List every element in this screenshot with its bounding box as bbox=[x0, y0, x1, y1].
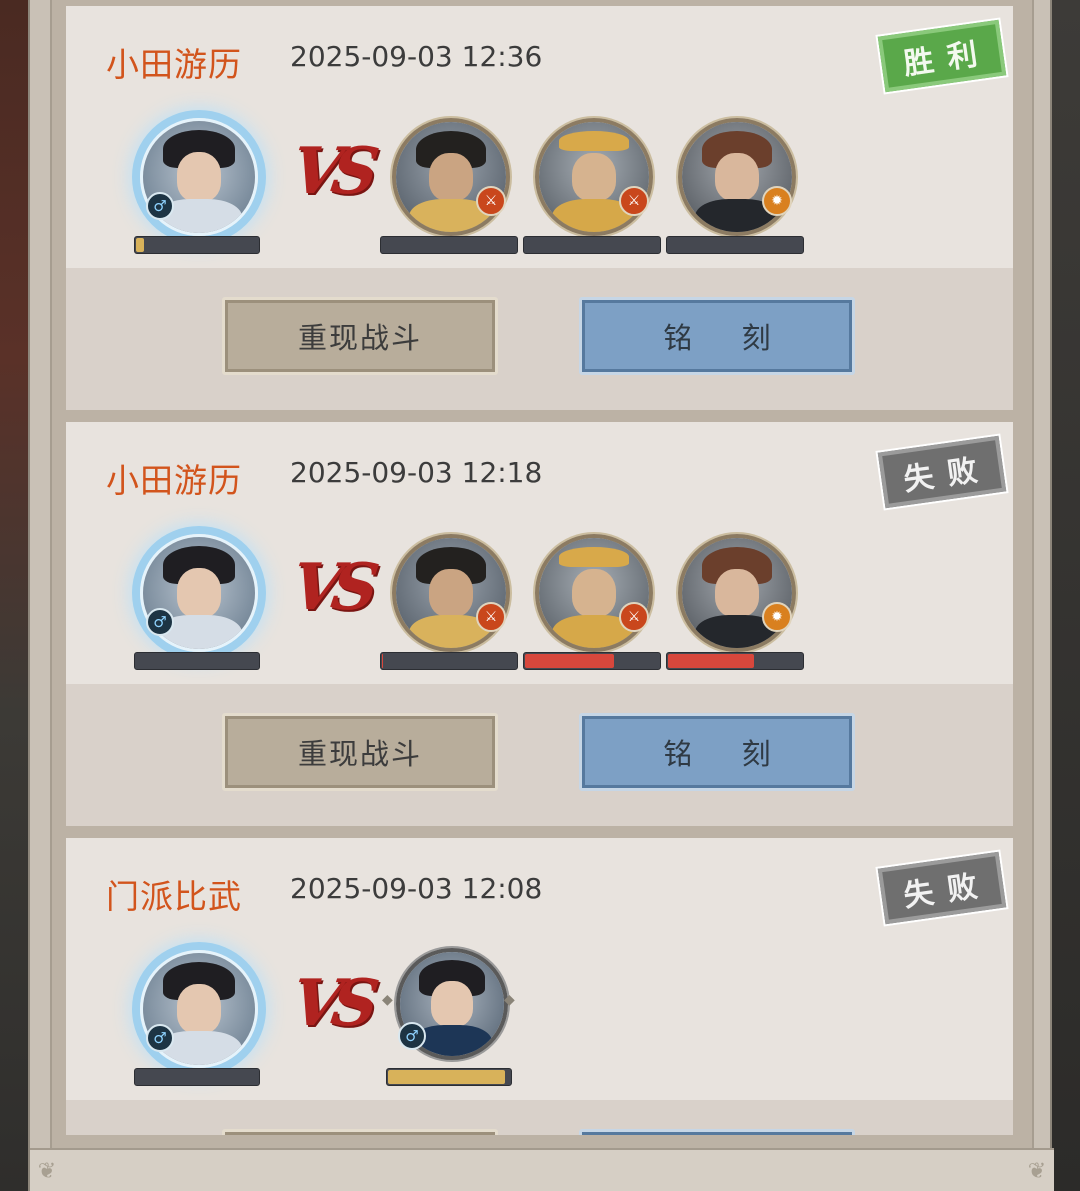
opponent-hp-fill bbox=[388, 1070, 506, 1084]
battle-time: 2025-09-03 12:08 bbox=[290, 872, 543, 905]
skill-icon: ⚔ bbox=[619, 186, 649, 216]
enemy-hp-bar bbox=[666, 236, 804, 254]
enemy-hp-fill bbox=[525, 654, 615, 668]
enemy-avatar[interactable] bbox=[678, 534, 796, 652]
male-icon: ♂ bbox=[146, 1024, 174, 1052]
engrave-button[interactable] bbox=[579, 1129, 855, 1135]
battle-mode-label: 小田游历 bbox=[106, 45, 242, 84]
player-hp-fill bbox=[136, 238, 144, 252]
background-right bbox=[1052, 0, 1080, 1191]
skill-icon: ✹ bbox=[762, 602, 792, 632]
enemy-avatar[interactable] bbox=[392, 534, 510, 652]
ornament-right-icon: ◆ bbox=[504, 992, 515, 1008]
replay-battle-button[interactable] bbox=[222, 1129, 498, 1135]
battle-time: 2025-09-03 12:36 bbox=[290, 40, 543, 73]
replay-battle-button[interactable]: 重现战斗 bbox=[222, 297, 498, 375]
battle-mode-label: 门派比武 bbox=[106, 877, 242, 916]
enemy-avatar[interactable] bbox=[678, 118, 796, 236]
record-actions-area bbox=[66, 268, 1013, 410]
replay-battle-button[interactable]: 重现战斗 bbox=[222, 713, 498, 791]
skill-icon: ✹ bbox=[762, 186, 792, 216]
record-actions-area bbox=[66, 1100, 1013, 1135]
enemy-hp-fill bbox=[668, 654, 755, 668]
corner-ornament-left-icon: ❦ bbox=[37, 1159, 57, 1184]
skill-icon: ⚔ bbox=[476, 602, 506, 632]
player-hp-bar bbox=[134, 236, 260, 254]
vs-icon: VS bbox=[287, 550, 374, 625]
male-icon: ♂ bbox=[398, 1022, 426, 1050]
record-card: 门派比武 2025-09-03 12:08 失败 ♂ VS ◆ ◆ ♂ bbox=[66, 838, 1013, 1135]
record-card: 小田游历 2025-09-03 12:36 胜利 ♂ VS ⚔ ⚔ ✹ 重现战斗… bbox=[66, 6, 1013, 410]
male-icon: ♂ bbox=[146, 192, 174, 220]
enemy-hp-bar bbox=[523, 236, 661, 254]
skill-icon: ⚔ bbox=[619, 602, 649, 632]
record-list[interactable]: 小田游历 2025-09-03 12:36 胜利 ♂ VS ⚔ ⚔ ✹ 重现战斗… bbox=[66, 0, 1014, 1135]
enemy-hp-bar bbox=[380, 236, 518, 254]
skill-icon: ⚔ bbox=[476, 186, 506, 216]
enemy-hp-bar bbox=[380, 652, 518, 670]
enemy-hp-bar bbox=[523, 652, 661, 670]
record-actions-area bbox=[66, 684, 1013, 826]
vs-icon: VS bbox=[287, 966, 374, 1041]
engrave-button[interactable]: 铭 刻 bbox=[579, 713, 855, 791]
enemy-avatar[interactable] bbox=[392, 118, 510, 236]
enemy-avatar[interactable] bbox=[535, 534, 653, 652]
opponent-hp-bar bbox=[386, 1068, 512, 1086]
battle-mode-label: 小田游历 bbox=[106, 461, 242, 500]
player-hp-bar bbox=[134, 1068, 260, 1086]
engrave-button[interactable]: 铭 刻 bbox=[579, 297, 855, 375]
male-icon: ♂ bbox=[146, 608, 174, 636]
battle-time: 2025-09-03 12:18 bbox=[290, 456, 543, 489]
background-left bbox=[0, 0, 28, 1191]
vs-icon: VS bbox=[287, 134, 374, 209]
enemy-hp-fill bbox=[382, 654, 383, 668]
player-hp-bar bbox=[134, 652, 260, 670]
panel-footer: ❦ ❦ bbox=[30, 1148, 1054, 1191]
ornament-left-icon: ◆ bbox=[382, 992, 393, 1008]
corner-ornament-right-icon: ❦ bbox=[1027, 1159, 1047, 1184]
record-card: 小田游历 2025-09-03 12:18 失败 ♂ VS ⚔ ⚔ ✹ 重现战斗… bbox=[66, 422, 1013, 826]
enemy-avatar[interactable] bbox=[535, 118, 653, 236]
enemy-hp-bar bbox=[666, 652, 804, 670]
